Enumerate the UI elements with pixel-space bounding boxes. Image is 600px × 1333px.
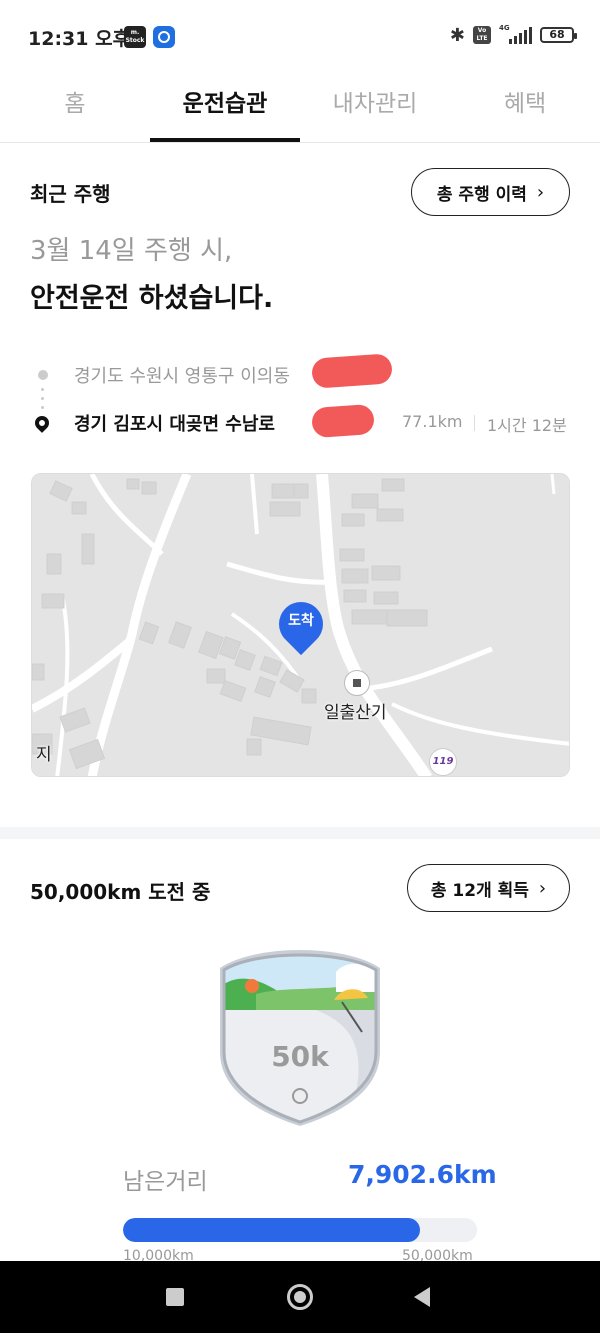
tab-home[interactable]: 홈 bbox=[0, 70, 150, 142]
drive-date: 3월 14일 주행 시, bbox=[30, 236, 233, 266]
chevron-right-icon: › bbox=[538, 877, 547, 899]
system-nav-bar bbox=[0, 1261, 600, 1333]
status-time: 12:31 오후 bbox=[28, 28, 131, 50]
progress-fill bbox=[123, 1218, 421, 1242]
redaction-mark bbox=[311, 353, 393, 389]
back-triangle-icon[interactable] bbox=[414, 1287, 430, 1307]
status-icons: ✱ Vo LTE 4G 68 bbox=[449, 24, 577, 46]
drive-distance: 77.1km bbox=[402, 412, 463, 431]
redaction-mark bbox=[311, 403, 375, 439]
status-bar: 12:31 오후 m. Stock ✱ Vo LTE 4G 68 bbox=[0, 0, 600, 70]
route-connector bbox=[41, 388, 45, 412]
recent-drive-title: 최근 주행 bbox=[30, 182, 111, 206]
poi-label: 일출산기 bbox=[324, 703, 387, 723]
fire-station-icon: 119 bbox=[429, 748, 457, 776]
milestone-badge bbox=[216, 942, 384, 1126]
bluetooth-icon: ✱ bbox=[449, 24, 465, 46]
remaining-distance-value: 7,902.6km bbox=[348, 1160, 497, 1189]
home-circle-icon[interactable] bbox=[287, 1284, 313, 1310]
challenge-progress-bar bbox=[123, 1218, 477, 1242]
tab-driving-habits[interactable]: 운전습관 bbox=[150, 70, 300, 142]
drive-map[interactable]: 도착 일출산기 지 119 bbox=[31, 473, 570, 777]
challenge-title: 50,000km 도전 중 bbox=[30, 880, 211, 904]
origin-dot-icon bbox=[38, 370, 48, 380]
tab-my-car[interactable]: 내차관리 bbox=[300, 70, 450, 142]
drive-duration: 1시간 12분 bbox=[487, 416, 567, 435]
top-tabs: 홈 운전습관 내차관리 혜택 bbox=[0, 70, 600, 143]
poi-marker-icon[interactable] bbox=[344, 670, 370, 696]
battery-icon: 68 bbox=[540, 27, 577, 43]
mstock-app-icon: m. Stock bbox=[124, 26, 146, 48]
origin-address: 경기도 수원시 영통구 이의동 bbox=[74, 366, 290, 387]
acquired-badges-button[interactable]: 총 12개 획득 › bbox=[407, 864, 570, 912]
volte-icon: Vo LTE bbox=[473, 26, 491, 44]
badge-label: 50k bbox=[271, 1040, 329, 1073]
drive-history-label: 총 주행 이력 bbox=[436, 184, 527, 205]
arrival-marker-label: 도착 bbox=[288, 613, 314, 629]
divider bbox=[474, 415, 475, 431]
remaining-distance-label: 남은거리 bbox=[123, 1169, 208, 1195]
app-notification-icon bbox=[153, 26, 175, 48]
tab-benefits[interactable]: 혜택 bbox=[450, 70, 600, 142]
map-edge-label: 지 bbox=[36, 745, 52, 765]
shield-badge-icon bbox=[220, 950, 380, 1126]
location-pin-icon bbox=[32, 413, 52, 433]
network-type: 4G bbox=[499, 24, 510, 32]
drive-history-button[interactable]: 총 주행 이력 › bbox=[411, 168, 570, 216]
chevron-right-icon: › bbox=[536, 181, 545, 203]
destination-address: 경기 김포시 대곶면 수남로 bbox=[74, 414, 275, 435]
acquired-badges-label: 총 12개 획득 bbox=[430, 880, 529, 901]
recent-apps-square-icon[interactable] bbox=[166, 1288, 184, 1306]
safe-driving-message: 안전운전 하셨습니다. bbox=[30, 283, 274, 314]
section-divider bbox=[0, 827, 600, 839]
signal-icon: 4G bbox=[499, 24, 532, 44]
